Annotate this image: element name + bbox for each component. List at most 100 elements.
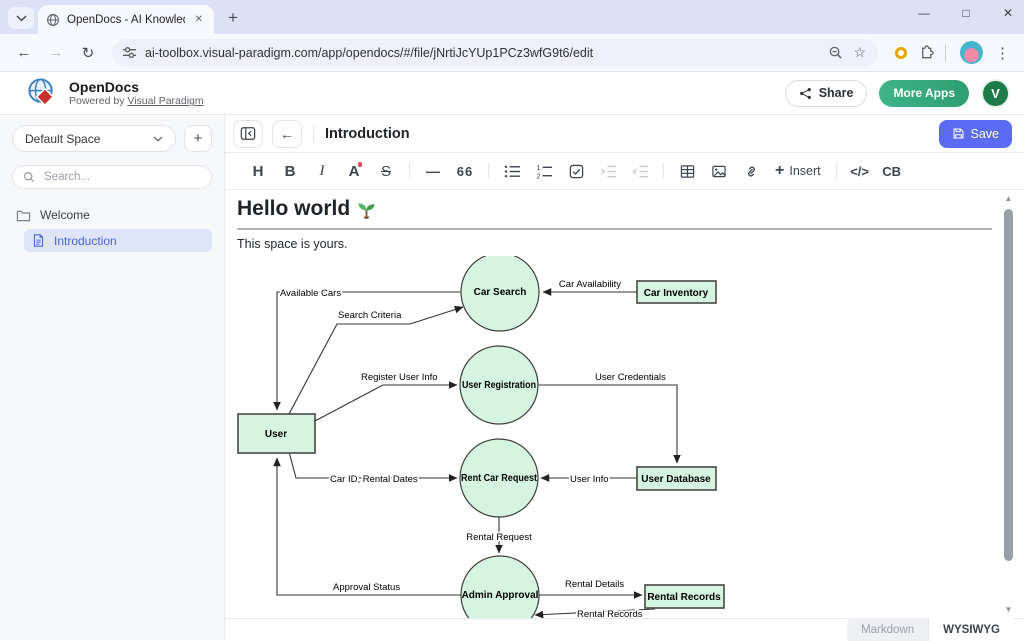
sidebar: Default Space + Welcome Introduction: [0, 115, 225, 640]
url-input[interactable]: ai-toolbox.visual-paradigm.com/app/opend…: [145, 46, 820, 60]
space-row: Default Space +: [12, 125, 212, 152]
edge-label: Available Cars: [280, 288, 341, 299]
insert-label: Insert: [789, 164, 820, 178]
tab-title: OpenDocs - AI Knowledge Base: [67, 14, 185, 26]
bold-button[interactable]: B: [274, 158, 306, 184]
folder-label: Welcome: [40, 208, 90, 222]
scroll-down-icon[interactable]: ▼: [1002, 605, 1015, 614]
app-header: OpenDocs Powered by Visual Paradigm Shar…: [0, 72, 1024, 115]
back-button[interactable]: ←: [10, 39, 38, 67]
tab-search-button[interactable]: [8, 7, 34, 29]
divider: [836, 163, 837, 179]
outdent-icon: [632, 164, 649, 179]
folder-icon: [16, 209, 31, 222]
search-box[interactable]: [12, 165, 212, 189]
zoom-out-icon[interactable]: [828, 45, 843, 60]
share-button[interactable]: Share: [785, 80, 868, 107]
bookmark-star-icon[interactable]: ☆: [851, 44, 868, 61]
divider: [488, 163, 489, 179]
site-settings-icon[interactable]: [122, 45, 137, 60]
space-selector[interactable]: Default Space: [12, 125, 176, 152]
extensions-puzzle-icon[interactable]: [918, 44, 935, 61]
search-icon: [23, 171, 35, 183]
user-avatar[interactable]: V: [981, 79, 1010, 108]
browser-tab[interactable]: OpenDocs - AI Knowledge Base ✕: [38, 5, 214, 34]
page-title: Introduction: [325, 126, 410, 142]
image-button[interactable]: [703, 158, 735, 184]
edge-label: Rental Records: [577, 609, 643, 618]
new-tab-button[interactable]: +: [222, 8, 244, 28]
app-name: OpenDocs: [69, 79, 204, 95]
insert-button[interactable]: + Insert: [767, 158, 829, 184]
edge-label: Rental Details: [565, 579, 624, 590]
browser-window: OpenDocs - AI Knowledge Base ✕ + — □ ✕ ←…: [0, 0, 1024, 640]
more-apps-button[interactable]: More Apps: [879, 80, 969, 107]
checklist-button[interactable]: [560, 158, 592, 184]
outdent-button[interactable]: [624, 158, 656, 184]
red-dot: [358, 162, 363, 167]
bullet-list-button[interactable]: [496, 158, 528, 184]
data-flow-diagram[interactable]: Car Search Car Inventory User Registrati…: [234, 256, 1024, 618]
editor-content[interactable]: Hello world This space is yours.: [225, 190, 1024, 618]
collapse-sidebar-button[interactable]: [233, 120, 263, 148]
window-maximize-button[interactable]: □: [958, 6, 974, 20]
bullet-list-icon: [504, 164, 521, 179]
heading-button[interactable]: H: [242, 158, 274, 184]
edge-label: Approval Status: [333, 582, 400, 593]
edge-label: User Credentials: [595, 372, 666, 383]
table-button[interactable]: [671, 158, 703, 184]
main-panel: ← Introduction Save H B I A S — 66: [225, 115, 1024, 640]
divider: [409, 163, 410, 179]
node-label: User Registration: [462, 380, 536, 391]
visual-paradigm-link[interactable]: Visual Paradigm: [127, 95, 203, 107]
code-block-button[interactable]: CB: [876, 158, 908, 184]
horizontal-rule-button[interactable]: —: [417, 158, 449, 184]
edge-label: User Info: [570, 474, 609, 485]
add-space-button[interactable]: +: [184, 125, 212, 152]
edge-user-credentials: [538, 385, 677, 463]
numbered-list-icon: 12: [536, 164, 553, 179]
url-bar[interactable]: ai-toolbox.visual-paradigm.com/app/opend…: [112, 39, 878, 67]
tab-wysiwyg[interactable]: WYSIWYG: [928, 618, 1014, 641]
numbered-list-button[interactable]: 12: [528, 158, 560, 184]
tab-close-icon[interactable]: ✕: [192, 13, 206, 26]
browser-menu-icon[interactable]: ⋮: [991, 44, 1014, 62]
node-label: User Database: [641, 474, 711, 485]
font-color-button[interactable]: A: [338, 158, 370, 184]
editor-footer: Markdown WYSIWYG: [225, 618, 1024, 640]
doc-heading: Hello world: [237, 196, 992, 230]
app-body: Default Space + Welcome Introduction: [0, 115, 1024, 640]
node-label: Admin Approval: [462, 590, 539, 601]
search-input[interactable]: [42, 170, 182, 184]
italic-button[interactable]: I: [306, 158, 338, 184]
save-button[interactable]: Save: [939, 120, 1013, 148]
sidebar-item-introduction[interactable]: Introduction: [24, 229, 212, 252]
opendocs-logo: [26, 77, 59, 110]
indent-button[interactable]: [592, 158, 624, 184]
scroll-up-icon[interactable]: ▲: [1002, 194, 1015, 203]
scrollbar-thumb[interactable]: [1004, 209, 1013, 561]
process-admin-approval: [461, 556, 539, 618]
plus-icon: +: [775, 162, 784, 180]
share-label: Share: [819, 86, 854, 100]
profile-avatar[interactable]: [960, 41, 983, 64]
inline-code-button[interactable]: </>: [844, 158, 876, 184]
extension-badge-icon[interactable]: [895, 47, 907, 59]
link-button[interactable]: [735, 158, 767, 184]
image-icon: [711, 164, 727, 179]
window-minimize-button[interactable]: —: [916, 6, 932, 20]
forward-button[interactable]: →: [42, 39, 70, 67]
window-close-button[interactable]: ✕: [1000, 6, 1016, 20]
sidebar-item-welcome[interactable]: Welcome: [12, 205, 212, 225]
globe-icon: [46, 13, 60, 27]
edge-label: Register User Info: [361, 372, 438, 383]
back-page-button[interactable]: ←: [272, 120, 302, 148]
doc-paragraph: This space is yours.: [237, 237, 1024, 251]
reload-button[interactable]: ↻: [74, 39, 102, 67]
strikethrough-button[interactable]: S: [370, 158, 402, 184]
content-scrollbar[interactable]: ▲ ▼: [1002, 192, 1015, 616]
tab-markdown[interactable]: Markdown: [847, 618, 928, 641]
browser-navbar: ← → ↻ ai-toolbox.visual-paradigm.com/app…: [0, 34, 1024, 72]
blockquote-button[interactable]: 66: [449, 158, 481, 184]
diagram-canvas: Car Search Car Inventory User Registrati…: [234, 256, 994, 618]
